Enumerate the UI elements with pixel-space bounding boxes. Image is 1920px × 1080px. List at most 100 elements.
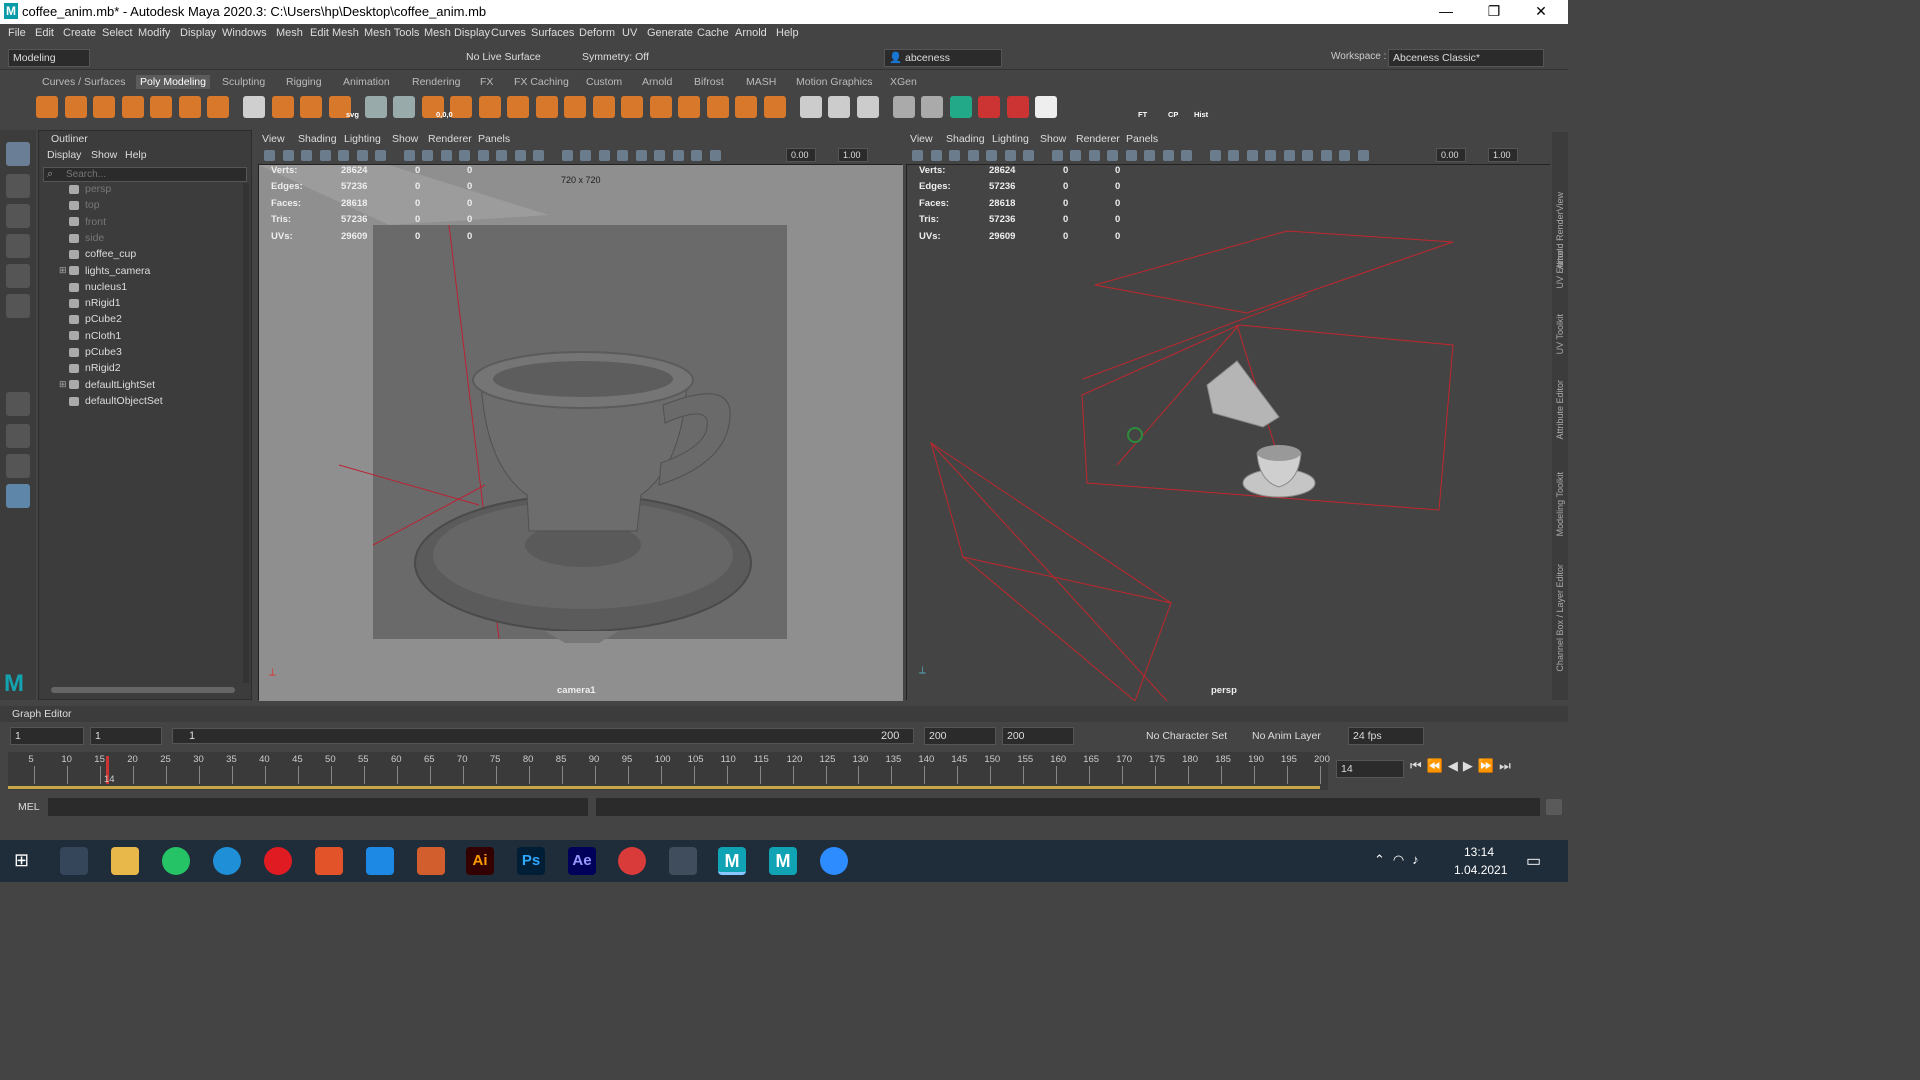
shelf-tool-1-icon[interactable]: [64, 96, 87, 118]
shelf-tab-sculpting[interactable]: Sculpting: [222, 76, 265, 88]
maya-second-icon[interactable]: M: [769, 847, 797, 875]
shelf-tool-26-icon[interactable]: [799, 96, 822, 118]
shelf-tool-33-icon[interactable]: [1006, 96, 1029, 118]
shelf-tool-12-icon[interactable]: [393, 96, 415, 118]
shelf-tool-2-icon[interactable]: [93, 96, 115, 118]
side-tab-uv-toolkit[interactable]: UV Toolkit: [1555, 314, 1565, 354]
notification-icon[interactable]: ▭: [1526, 851, 1541, 871]
shelf-tab-mash[interactable]: MASH: [746, 76, 776, 88]
shelf-tool-31-icon[interactable]: [949, 96, 972, 118]
outliner-item-persp[interactable]: persp: [69, 183, 111, 199]
gamma-field-right[interactable]: 1.00: [1488, 148, 1518, 162]
shelf-tool-15-icon[interactable]: [478, 96, 501, 118]
viewport-tool-23-icon[interactable]: [1357, 150, 1369, 161]
shelf-tool-24-icon[interactable]: [735, 96, 757, 118]
substance-icon[interactable]: [618, 847, 646, 875]
viewport-tool-18-icon[interactable]: [1265, 150, 1276, 161]
viewport-tool-0-icon[interactable]: [912, 150, 923, 161]
viewport-menu-show[interactable]: Show: [1040, 133, 1066, 145]
viewport-tool-2-icon[interactable]: [949, 150, 960, 161]
menu-edit[interactable]: Edit: [35, 27, 54, 39]
current-time-field[interactable]: 14: [1336, 760, 1404, 778]
outliner-vertical-scrollbar[interactable]: [243, 183, 249, 683]
maya-taskbar-icon[interactable]: M: [718, 847, 746, 875]
side-tab-attribute-editor[interactable]: Attribute Editor: [1555, 380, 1565, 440]
viewport-tool-15-icon[interactable]: [561, 150, 573, 161]
viewport-tool-8-icon[interactable]: [1070, 150, 1081, 161]
shelf-tool-5-icon[interactable]: [178, 96, 201, 118]
menu-mesh-display[interactable]: Mesh Display: [424, 27, 490, 39]
time-slider[interactable]: 5 10 15 20 25 30 35 40 45 50 55 60 65 70 75 80 85 90 95 100…: [8, 752, 1330, 790]
outliner-item-pcube2[interactable]: pCube2: [69, 313, 122, 329]
viewport-tool-22-icon[interactable]: [691, 150, 702, 161]
file-explorer-icon[interactable]: [111, 847, 139, 875]
viewport-tool-1-icon[interactable]: [930, 150, 942, 161]
side-tab-uv-editor[interactable]: UV Editor: [1555, 250, 1565, 289]
mel-input[interactable]: [48, 798, 588, 816]
user-account-dropdown[interactable]: 👤 abceness: [884, 49, 1002, 67]
shelf-tool-21-icon[interactable]: [649, 96, 672, 118]
single-perspective-layout-icon[interactable]: [6, 392, 30, 416]
viewport-menu-renderer[interactable]: Renderer: [1076, 133, 1120, 145]
outliner-item-defaultobjectset[interactable]: defaultObjectSet: [69, 395, 163, 411]
viewport-tool-9-icon[interactable]: [1088, 150, 1100, 161]
fps-dropdown[interactable]: 24 fps: [1348, 727, 1424, 745]
viewport-canvas-left[interactable]: 720 x 720 Verts: 28624 0 0 Edges: 57236 0 0 Face…: [258, 164, 903, 701]
shelf-tab-motion-graphics[interactable]: Motion Graphics: [796, 76, 872, 88]
outliner-item-front[interactable]: front: [69, 216, 106, 232]
viewport-menu-view[interactable]: View: [910, 133, 933, 145]
outliner-horizontal-scrollbar[interactable]: [51, 687, 235, 693]
outliner-item-lights-camera[interactable]: ⊞ lights_camera: [59, 265, 150, 281]
shelf-tool-25-icon[interactable]: [763, 96, 786, 118]
viewport-tool-20-icon[interactable]: [1302, 150, 1313, 161]
viewport-tool-13-icon[interactable]: [514, 150, 526, 161]
outliner-item-side[interactable]: side: [69, 232, 104, 248]
menu-uv[interactable]: UV: [622, 27, 637, 39]
shelf-tool-3-icon[interactable]: [121, 96, 144, 118]
menu-deform[interactable]: Deform: [579, 27, 615, 39]
photoshop-icon[interactable]: Ps: [517, 847, 545, 875]
shelf-tool-6-icon[interactable]: [207, 96, 229, 118]
menu-display[interactable]: Display: [180, 27, 216, 39]
menu-arnold[interactable]: Arnold: [735, 27, 767, 39]
menu-file[interactable]: File: [8, 27, 26, 39]
script-editor-icon[interactable]: [1546, 799, 1562, 815]
start-icon[interactable]: ⊞: [14, 850, 29, 871]
viewport-tool-7-icon[interactable]: [1051, 150, 1063, 161]
notes-app-icon[interactable]: [366, 847, 394, 875]
character-set-dropdown[interactable]: No Character Set: [1146, 730, 1227, 742]
viewport-tool-5-icon[interactable]: [1004, 150, 1016, 161]
outliner-item-top[interactable]: top: [69, 199, 100, 215]
playback-controls[interactable]: ⏮⏪◀▶⏩⏭: [1410, 758, 1560, 776]
shelf-tool-16-icon[interactable]: [507, 96, 529, 118]
menu-curves[interactable]: Curves: [491, 27, 526, 39]
viewport-tool-16-icon[interactable]: [580, 150, 591, 161]
shelf-tab-rendering[interactable]: Rendering: [412, 76, 460, 88]
select-tool-icon[interactable]: [6, 142, 30, 166]
outliner-menu-show[interactable]: Show: [91, 149, 117, 161]
side-tab-modeling-toolkit[interactable]: Modeling Toolkit: [1555, 472, 1565, 536]
shelf-tab-bifrost[interactable]: Bifrost: [694, 76, 724, 88]
shelf-tab-custom[interactable]: Custom: [586, 76, 622, 88]
end-time-field[interactable]: 200: [1002, 727, 1074, 745]
viewport-menu-lighting[interactable]: Lighting: [344, 133, 381, 145]
viewport-menu-shading[interactable]: Shading: [298, 133, 337, 145]
exposure-field[interactable]: 0.00: [786, 148, 816, 162]
shelf-tool-32-icon[interactable]: [978, 96, 1000, 118]
menu-set-dropdown[interactable]: Modeling: [8, 49, 90, 67]
shelf-tool-29-icon[interactable]: [892, 96, 915, 118]
anim-start-field[interactable]: 1: [90, 727, 162, 745]
exposure-field-right[interactable]: 0.00: [1436, 148, 1466, 162]
viewport-tool-0-icon[interactable]: [264, 150, 275, 161]
viewport-tool-21-icon[interactable]: [1320, 150, 1332, 161]
viewport-tool-2-icon[interactable]: [301, 150, 312, 161]
shelf-tab-xgen[interactable]: XGen: [890, 76, 917, 88]
viewport-tool-16-icon[interactable]: [1228, 150, 1239, 161]
viewport-tool-20-icon[interactable]: [654, 150, 665, 161]
viewport-tool-22-icon[interactable]: [1339, 150, 1350, 161]
anim-end-field[interactable]: 200: [924, 727, 996, 745]
rotate-tool-icon[interactable]: [6, 264, 30, 288]
zoom-icon[interactable]: [820, 847, 848, 875]
menu-select[interactable]: Select: [102, 27, 133, 39]
viewport-tool-19-icon[interactable]: [635, 150, 647, 161]
